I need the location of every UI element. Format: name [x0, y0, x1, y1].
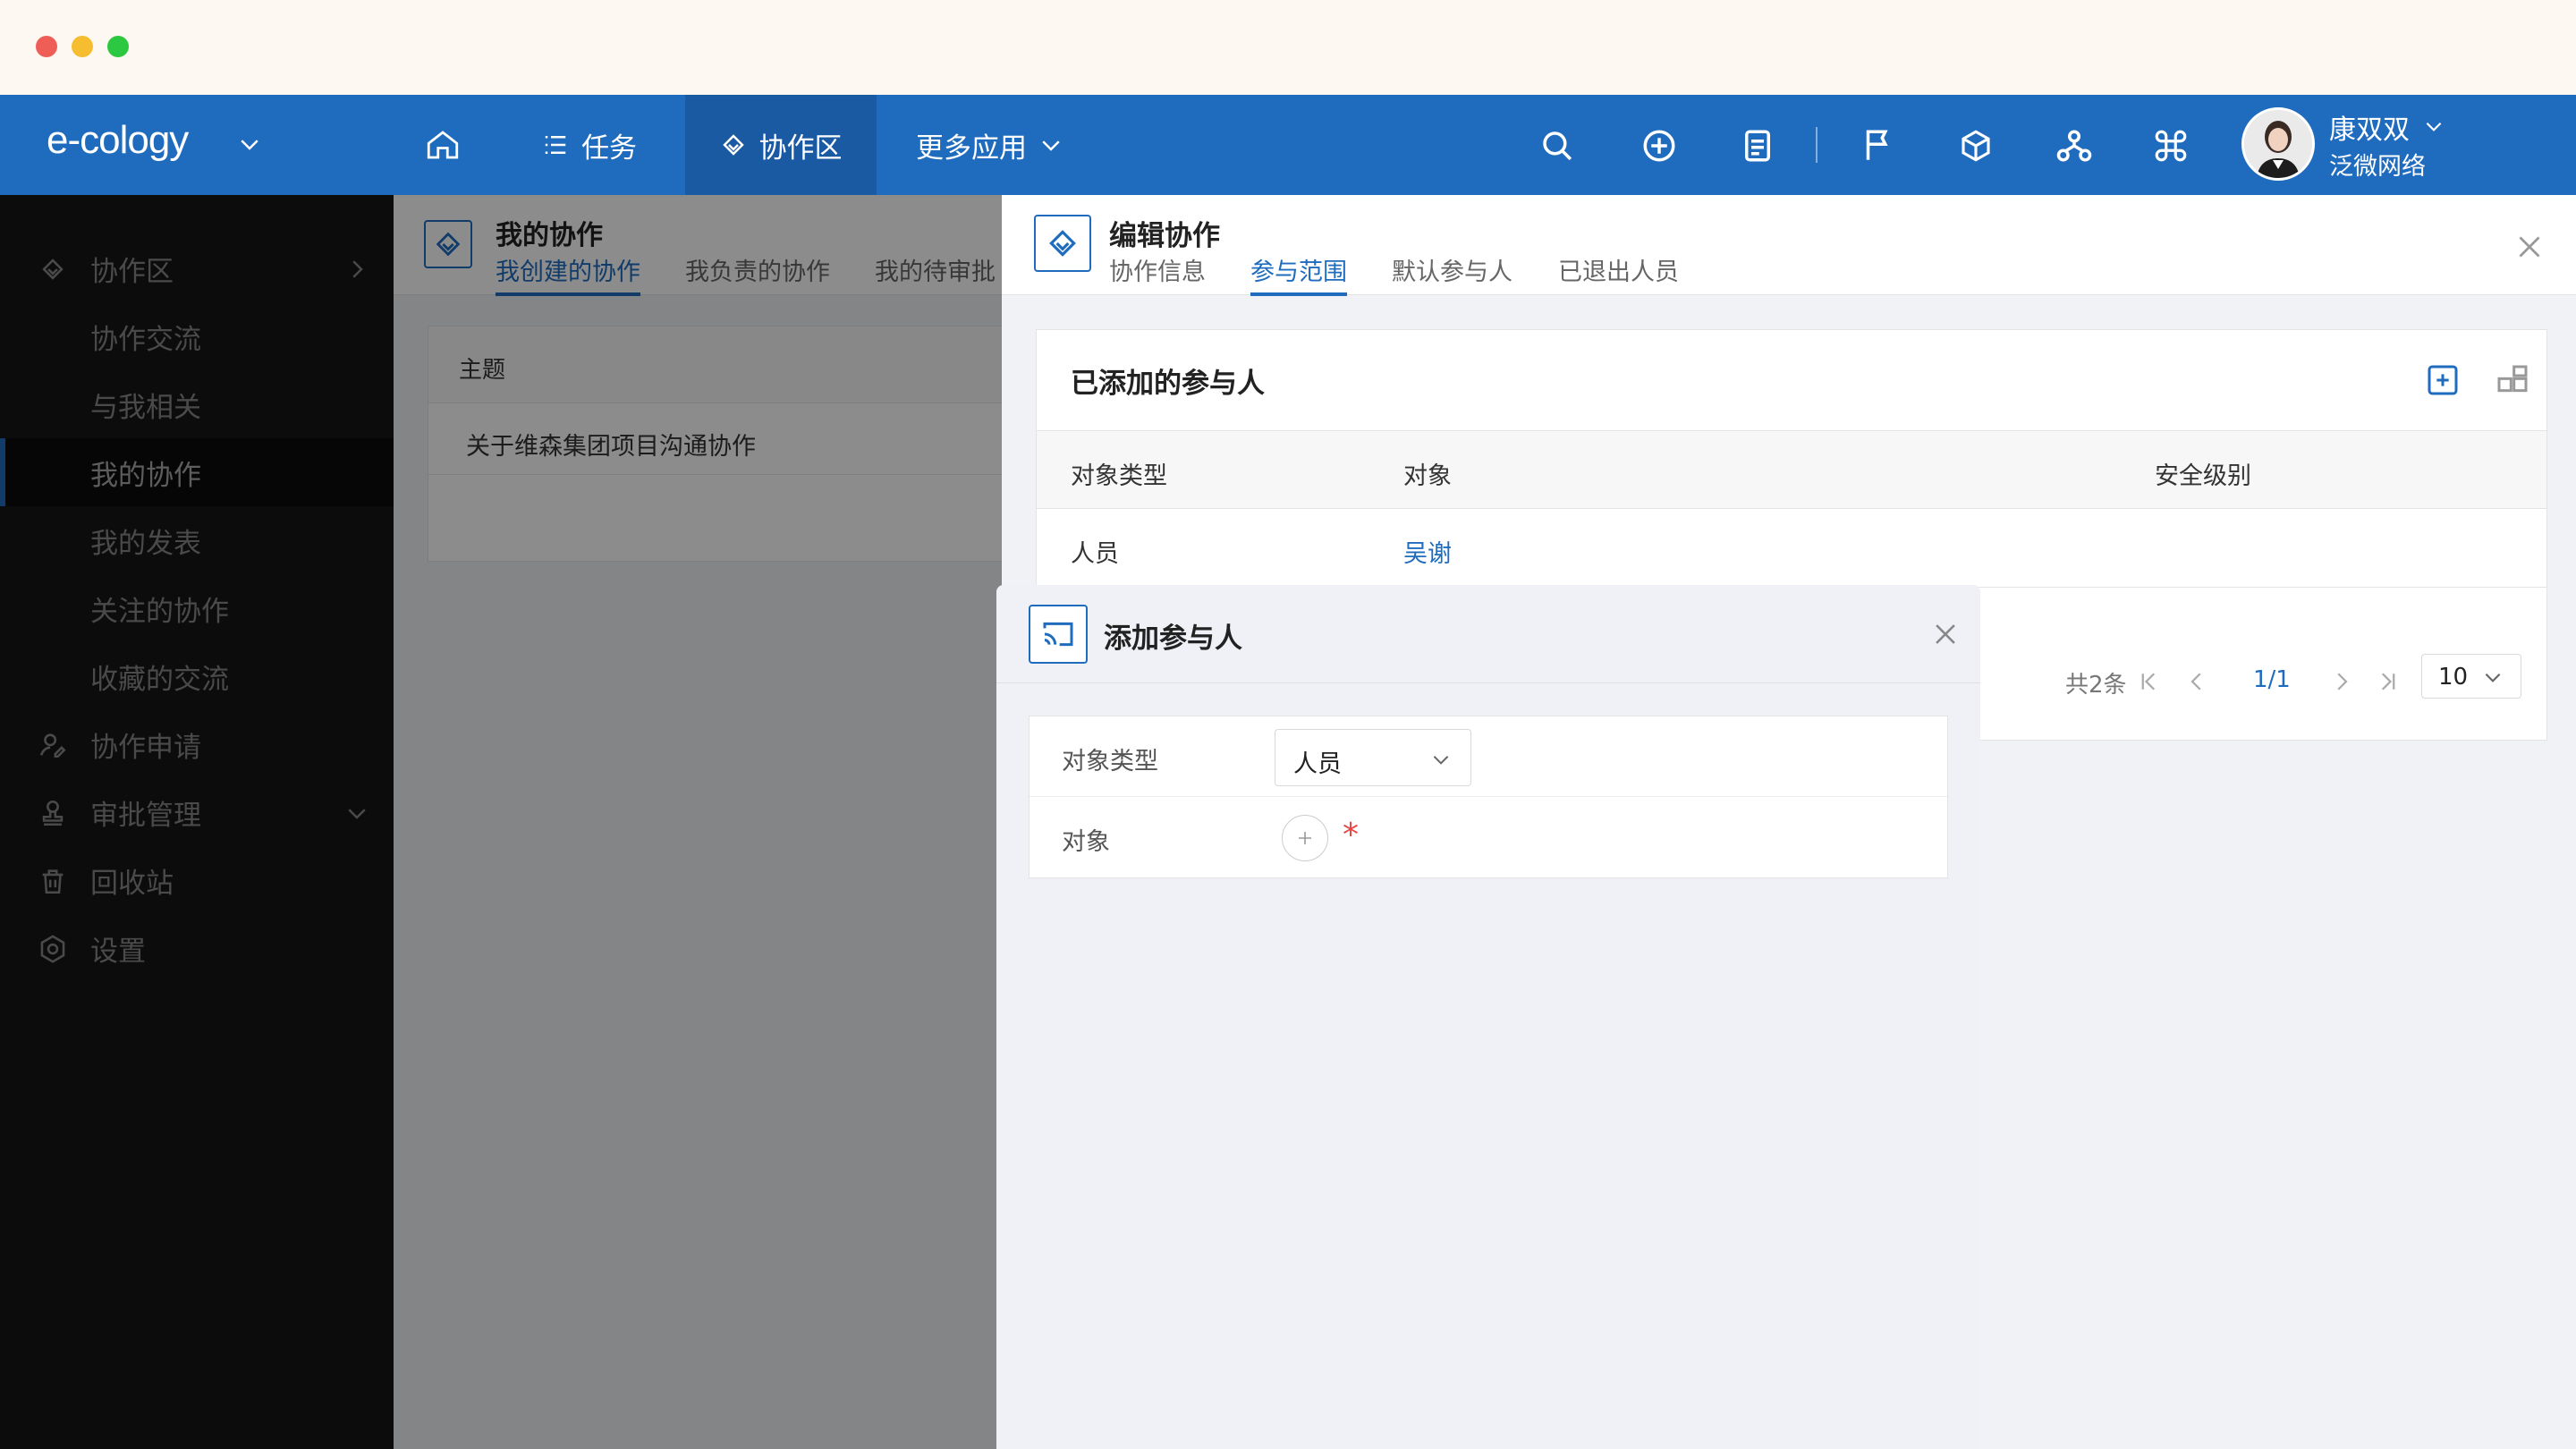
close-window-button[interactable]	[36, 36, 57, 57]
notice-icon[interactable]	[1739, 127, 1776, 165]
modal-title: 添加参与人	[1104, 623, 1242, 655]
nav-tasks-label: 任务	[581, 131, 637, 165]
user-organization: 泛微网络	[2329, 153, 2426, 181]
form-row-object: 对象 *	[1030, 797, 1947, 877]
column-header-object: 对象	[1403, 462, 1452, 490]
prev-page-icon[interactable]	[2183, 668, 2210, 695]
cast-icon	[1029, 605, 1088, 664]
pager-total: 共2条	[2065, 672, 2127, 699]
close-icon[interactable]	[1930, 619, 1961, 649]
search-icon[interactable]	[1538, 127, 1576, 165]
object-type-label: 对象类型	[1062, 748, 1158, 775]
column-header-security: 安全级别	[2155, 462, 2251, 490]
drawer-title: 编辑协作	[1109, 220, 1220, 252]
modal-header: 添加参与人	[996, 585, 1980, 683]
nav-collab-label: 协作区	[758, 131, 843, 165]
handshake-icon	[722, 134, 744, 156]
page-size-value: 10	[2438, 664, 2469, 691]
next-page-icon[interactable]	[2328, 668, 2355, 695]
flag-icon[interactable]	[1859, 127, 1896, 165]
section-title: 已添加的参与人	[1071, 368, 1265, 400]
nav-home[interactable]	[424, 95, 474, 195]
top-navigation: e-cology 任务 协作区 更多应用 5 康双双 泛微网络	[0, 95, 2576, 240]
list-icon	[545, 136, 566, 154]
window-titlebar	[0, 0, 2576, 95]
chevron-down-icon[interactable]	[236, 131, 263, 157]
object-type-value: 人员	[1293, 750, 1342, 778]
object-type-select[interactable]: 人员	[1275, 729, 1471, 786]
user-name[interactable]: 康双双	[2329, 107, 2410, 147]
page-size-select[interactable]: 10	[2421, 654, 2521, 699]
required-mark: *	[1343, 817, 1359, 853]
tab-default-participants[interactable]: 默认参与人	[1392, 252, 1513, 287]
tab-collab-info[interactable]: 协作信息	[1109, 252, 1206, 287]
first-page-icon[interactable]	[2135, 668, 2162, 695]
chevron-down-icon	[2485, 673, 2501, 682]
nav-tasks[interactable]: 任务	[542, 95, 637, 195]
cell-type: 人员	[1071, 540, 1119, 568]
pager-current: 1/1	[2253, 666, 2291, 693]
chevron-down-icon	[1042, 140, 1060, 151]
avatar[interactable]	[2241, 107, 2315, 181]
collab-icon	[1034, 215, 1091, 272]
drawer-header: 编辑协作 协作信息 参与范围 默认参与人 已退出人员	[1002, 195, 2576, 296]
table-header: 对象类型 对象 安全级别	[1037, 430, 2546, 509]
minimize-window-button[interactable]	[72, 36, 93, 57]
add-participant-modal: 添加参与人 对象类型 人员 对象 *	[996, 585, 1980, 1449]
add-square-icon[interactable]	[2425, 362, 2461, 398]
org-chart-icon[interactable]	[2055, 127, 2093, 165]
add-circle-icon[interactable]	[1640, 127, 1678, 165]
participant-form: 对象类型 人员 对象 *	[1029, 716, 1948, 878]
user-portrait-icon	[2244, 110, 2312, 178]
last-page-icon[interactable]	[2375, 668, 2402, 695]
object-label: 对象	[1062, 828, 1110, 856]
nav-collab-zone[interactable]: 协作区	[685, 95, 877, 195]
cell-object-link[interactable]: 吴谢	[1403, 534, 1452, 569]
table-row[interactable]: 人员 吴谢	[1037, 509, 2546, 588]
chevron-down-icon[interactable]	[2422, 114, 2445, 138]
plus-icon	[1299, 832, 1311, 844]
cube-icon[interactable]	[1957, 127, 1995, 165]
home-icon	[427, 131, 459, 159]
app-logo[interactable]: e-cology	[47, 118, 189, 163]
command-icon[interactable]	[2152, 127, 2190, 165]
nav-more-label: 更多应用	[916, 131, 1027, 165]
batch-icon[interactable]	[2495, 362, 2530, 398]
zoom-window-button[interactable]	[107, 36, 129, 57]
chevron-down-icon	[1433, 756, 1449, 765]
nav-divider	[1816, 127, 1818, 163]
close-icon[interactable]	[2513, 231, 2546, 263]
tab-participant-scope[interactable]: 参与范围	[1250, 252, 1347, 296]
form-row-type: 对象类型 人员	[1030, 716, 1947, 797]
column-header-type: 对象类型	[1071, 462, 1167, 490]
tab-exited-members[interactable]: 已退出人员	[1558, 252, 1679, 287]
nav-more-apps[interactable]: 更多应用	[916, 95, 1077, 195]
add-object-button[interactable]	[1282, 815, 1328, 861]
